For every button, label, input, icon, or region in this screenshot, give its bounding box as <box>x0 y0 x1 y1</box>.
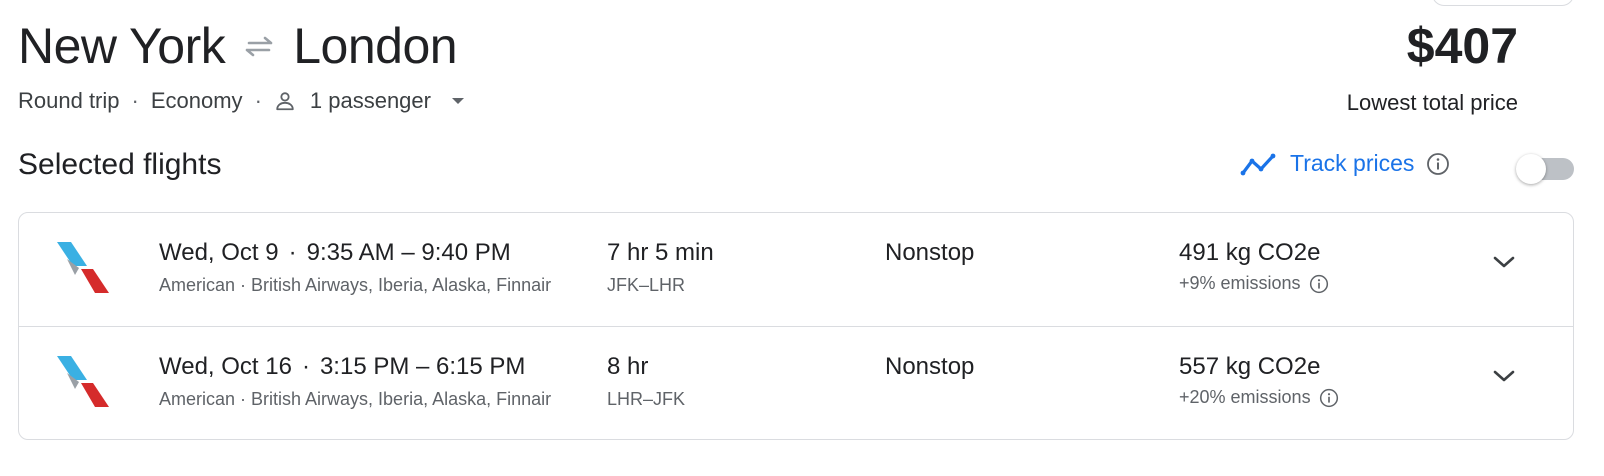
flight-date: Wed, Oct 16 <box>159 353 292 380</box>
flight-time-range: 3:15 PM – 6:15 PM <box>319 353 526 380</box>
times-separator: · <box>288 239 297 266</box>
info-icon[interactable] <box>1309 274 1329 294</box>
trip-meta: Round trip · Economy · 1 passenger <box>18 88 479 114</box>
emissions-label: +9% emissions <box>1179 273 1301 293</box>
flight-airports: LHR–JFK <box>607 389 686 409</box>
toggle-knob <box>1516 154 1546 184</box>
swap-arrows-icon <box>243 35 275 57</box>
flight-row-outbound[interactable]: Wed, Oct 9 · 9:35 AM – 9:40 PM American · … <box>19 213 1573 326</box>
flight-times: Wed, Oct 9 · 9:35 AM – 9:40 PM <box>159 239 511 267</box>
emissions-label: +20% emissions <box>1179 387 1311 407</box>
flight-time-range: 9:35 AM – 9:40 PM <box>306 239 511 266</box>
passenger-count: 1 passenger <box>309 88 431 113</box>
selected-flights-card: Wed, Oct 9 · 9:35 AM – 9:40 PM American · … <box>18 212 1574 440</box>
info-icon[interactable] <box>1426 152 1450 176</box>
caret-down-icon <box>451 98 464 104</box>
flight-duration: 7 hr 5 min <box>607 239 714 266</box>
price-label: Lowest total price <box>1346 90 1518 115</box>
meta-separator: · <box>131 88 139 113</box>
flight-airlines: American · British Airways, Iberia, Alas… <box>159 389 552 409</box>
cabin-class: Economy <box>150 88 243 113</box>
chevron-down-icon[interactable] <box>1491 253 1517 271</box>
top-button-edge[interactable] <box>1432 0 1574 6</box>
flight-row-return[interactable]: Wed, Oct 16 · 3:15 PM – 6:15 PM American ·… <box>19 326 1573 439</box>
track-prices[interactable]: Track prices <box>1240 150 1450 177</box>
origin-city: New York <box>18 18 226 74</box>
flight-co2: 491 kg CO2e <box>1179 239 1321 266</box>
lowest-price: $407 <box>1406 18 1518 74</box>
flight-co2: 557 kg CO2e <box>1179 353 1321 380</box>
flight-times: Wed, Oct 16 · 3:15 PM – 6:15 PM <box>159 353 525 381</box>
american-airlines-logo <box>57 356 109 407</box>
selected-flights-heading: Selected flights <box>18 148 222 181</box>
person-icon <box>276 92 294 111</box>
flight-emissions: +20% emissions <box>1179 387 1339 408</box>
passenger-selector[interactable]: 1 passenger <box>274 88 479 114</box>
flight-stops: Nonstop <box>885 239 975 266</box>
american-airlines-logo <box>57 242 109 293</box>
destination-city: London <box>293 18 458 74</box>
info-icon[interactable] <box>1319 388 1339 408</box>
track-prices-label[interactable]: Track prices <box>1290 150 1414 177</box>
times-separator: · <box>301 353 310 380</box>
flight-duration: 8 hr <box>607 353 649 380</box>
flight-airlines: American · British Airways, Iberia, Alas… <box>159 275 552 295</box>
flight-airports: JFK–LHR <box>607 275 686 295</box>
track-prices-toggle[interactable] <box>1516 154 1574 184</box>
meta-separator: · <box>254 88 262 113</box>
flight-emissions: +9% emissions <box>1179 273 1329 294</box>
trip-type: Round trip <box>18 88 120 113</box>
flight-stops: Nonstop <box>885 353 975 380</box>
trend-line-icon <box>1240 153 1276 175</box>
flight-date: Wed, Oct 9 <box>159 239 279 266</box>
route-title: New York London <box>18 16 458 76</box>
chevron-down-icon[interactable] <box>1491 367 1517 385</box>
